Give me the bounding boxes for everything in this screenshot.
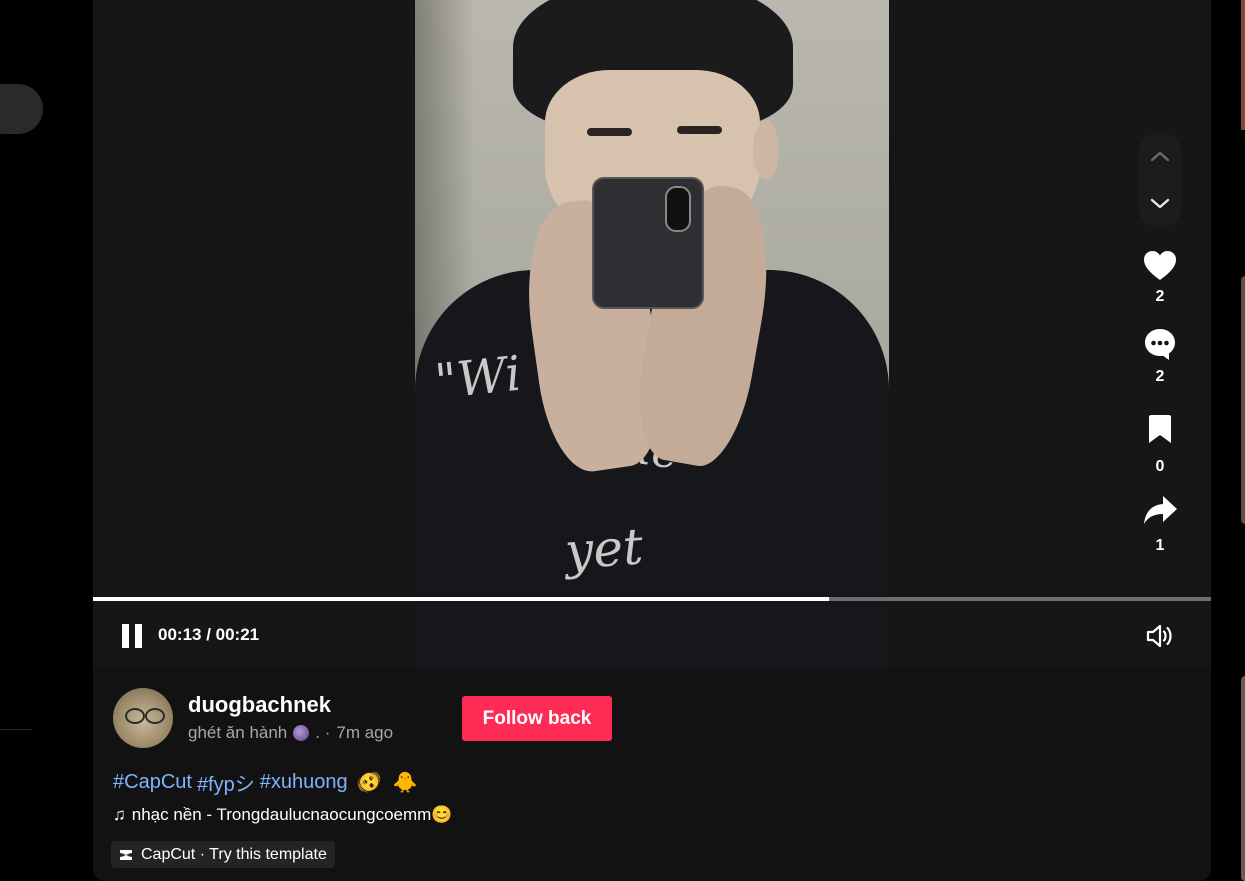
- author-nickname: ghét ăn hành: [188, 723, 288, 742]
- save-button[interactable]: 0: [1137, 414, 1183, 476]
- pause-button[interactable]: [122, 624, 144, 648]
- post-time: 7m ago: [336, 723, 394, 742]
- chevron-up-icon: [1150, 151, 1170, 162]
- next-video-button[interactable]: [1138, 180, 1182, 228]
- follow-back-button[interactable]: Follow back: [462, 696, 612, 741]
- recommended-thumbnail[interactable]: [1241, 676, 1245, 881]
- video-time-display: 00:13 / 00:21: [158, 625, 260, 644]
- video-progress-fill: [93, 597, 829, 601]
- hashtag-link[interactable]: #CapCut: [113, 771, 192, 794]
- share-arrow-icon: [1144, 496, 1177, 524]
- speaker-icon: [1146, 624, 1172, 648]
- video-progress-bar[interactable]: [93, 597, 1211, 601]
- sidebar-divider: [0, 729, 32, 730]
- video-caption: #CapCut #fypシ #xuhuong 🫨 🐥: [113, 768, 417, 797]
- music-title: nhạc nền - Trongdaulucnaocungcoemm😊: [131, 805, 453, 824]
- music-note-icon: ♫: [113, 805, 126, 824]
- like-button[interactable]: 2: [1137, 250, 1183, 306]
- capcut-template-chip[interactable]: CapCut · Try this template: [111, 841, 335, 868]
- comment-button[interactable]: 2: [1137, 327, 1183, 386]
- volume-button[interactable]: [1145, 623, 1175, 654]
- sidebar-search-pill[interactable]: [0, 84, 43, 134]
- capcut-icon: [120, 849, 132, 860]
- share-count: 1: [1155, 537, 1165, 554]
- caption-emoji: 🐥: [392, 772, 418, 794]
- moon-icon: [293, 725, 310, 741]
- author-avatar[interactable]: [113, 688, 173, 748]
- video-stage[interactable]: "Wi nke yet 2 2: [93, 0, 1211, 668]
- template-label: CapCut · Try this template: [141, 845, 327, 863]
- subline-separator: . ·: [315, 723, 331, 742]
- author-subline: ghét ăn hành . · 7m ago: [188, 723, 393, 743]
- chevron-down-icon: [1150, 198, 1170, 209]
- video-player-card: "Wi nke yet 2 2: [93, 0, 1211, 881]
- video-frame[interactable]: "Wi nke yet: [415, 0, 889, 668]
- caption-emoji: 🫨: [356, 772, 382, 794]
- shirt-print-text: yet: [563, 517, 645, 581]
- heart-icon: [1144, 251, 1176, 280]
- comment-icon: [1145, 329, 1175, 360]
- music-link[interactable]: ♫ nhạc nền - Trongdaulucnaocungcoemm😊: [113, 805, 453, 825]
- pause-icon: [122, 624, 129, 648]
- shirt-print-text: "Wi: [432, 345, 524, 411]
- recommended-thumbnail[interactable]: [1241, 276, 1245, 524]
- author-username[interactable]: duogbachnek: [188, 692, 331, 718]
- like-count: 2: [1155, 288, 1165, 305]
- previous-video-button[interactable]: [1138, 132, 1182, 180]
- bookmark-icon: [1149, 415, 1171, 443]
- comment-count: 2: [1155, 368, 1165, 385]
- video-content-phone-camera: [665, 186, 691, 232]
- hashtag-link[interactable]: #fypシ: [197, 768, 255, 797]
- hashtag-link[interactable]: #xuhuong: [260, 771, 348, 794]
- save-count: 0: [1155, 458, 1165, 475]
- recommended-thumbnail[interactable]: [1241, 0, 1245, 130]
- share-button[interactable]: 1: [1137, 494, 1183, 555]
- video-navigation: [1138, 132, 1182, 228]
